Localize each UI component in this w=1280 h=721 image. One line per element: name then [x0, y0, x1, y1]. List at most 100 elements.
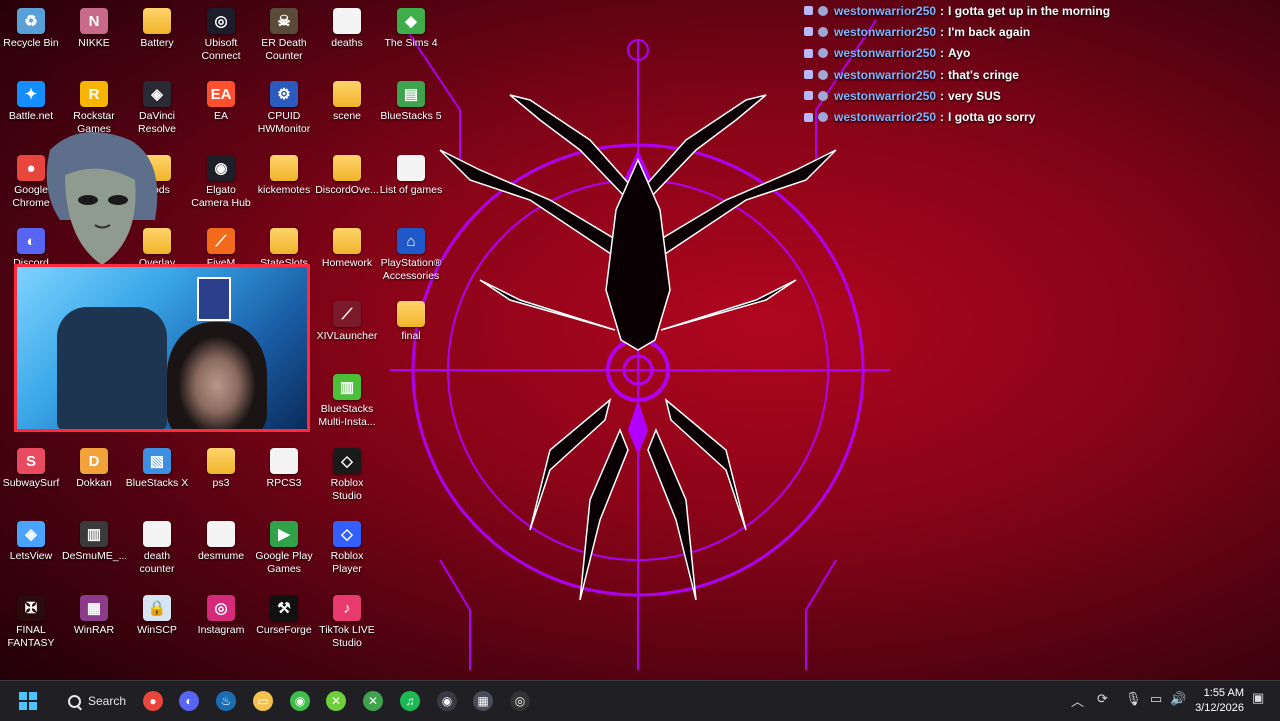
network-icon[interactable]: ▭ — [1150, 691, 1162, 707]
desktop-icon[interactable]: final — [379, 297, 443, 369]
desktop-icon-label: NIKKE — [78, 37, 110, 49]
desktop-icon[interactable]: ◈ LetsView — [0, 517, 63, 589]
search-icon — [68, 694, 81, 708]
streamer — [167, 322, 267, 429]
chat-username: westonwarrior250 — [834, 67, 937, 82]
desktop-icon[interactable]: S SubwaySurf — [0, 444, 63, 516]
microphone-icon[interactable]: 🎙 — [1125, 691, 1142, 707]
chat-username: westonwarrior250 — [834, 46, 937, 61]
tray-overflow-chevron-icon[interactable]: ︿ — [1071, 691, 1084, 710]
subwaysurf-icon: S — [17, 448, 45, 474]
desktop-icon[interactable]: ◇ Roblox Studio — [315, 444, 379, 516]
notification-icon[interactable]: ▣ — [1252, 690, 1264, 706]
desktop-icon[interactable]: ⚒ CurseForge — [252, 591, 316, 663]
desktop-icon-label: Instagram — [197, 624, 245, 636]
desktop-icon[interactable]: 🔒 WinSCP — [125, 591, 189, 663]
chat-separator: : — [940, 3, 945, 18]
desktop-icon[interactable]: ◉ Elgato Camera Hub — [189, 151, 253, 223]
sync-icon[interactable]: ⟳ — [1097, 691, 1108, 707]
geforce-taskbar-icon[interactable]: ◉ — [286, 687, 314, 715]
desktop-icon-label: ps3 — [212, 477, 230, 489]
playstation-icon: ⌂ — [397, 228, 425, 254]
desktop-icon[interactable]: ▦ WinRAR — [62, 591, 126, 663]
desktop-icon[interactable]: kickemotes — [252, 151, 316, 223]
desktop-icon[interactable]: Battery — [125, 4, 189, 76]
sims-icon: ◆ — [397, 8, 425, 34]
taskbar-search[interactable]: Search — [58, 687, 128, 715]
desktop-icon[interactable]: ▧ BlueStacks X — [125, 444, 189, 516]
file-icon — [207, 521, 235, 547]
desktop-icon[interactable]: ▤ BlueStacks 5 — [379, 77, 443, 149]
desktop-icon[interactable]: ▥ DeSmuME_... — [62, 517, 126, 589]
desktop-icon-label: FINAL FANTASY XI... — [7, 624, 55, 651]
wall-poster — [197, 277, 231, 321]
folder-icon — [333, 81, 361, 107]
desktop-icon-label: SubwaySurf — [2, 477, 60, 489]
desktop-icon[interactable]: death counter — [125, 517, 189, 589]
chat-overlay: westonwarrior250: I gotta get up in the m… — [804, 0, 1274, 128]
windows-logo-icon — [19, 692, 37, 710]
desktop-icon[interactable]: D Dokkan — [62, 444, 126, 516]
chat-username: westonwarrior250 — [834, 3, 937, 18]
desktop-icon[interactable]: ☠ ER Death Counter — [252, 4, 316, 76]
system-clock[interactable]: 1:55 AM 3/12/2026 — [1195, 686, 1244, 716]
start-button[interactable] — [14, 687, 42, 715]
steam-taskbar-icon[interactable]: ♨ — [212, 687, 240, 715]
calculator-taskbar-icon[interactable]: ▦ — [469, 687, 497, 715]
chrome-glyph-icon: ● — [143, 691, 163, 711]
desktop-icon[interactable]: scene — [315, 77, 379, 149]
desktop-icon[interactable]: List of games — [379, 151, 443, 223]
chat-text: that's cringe — [948, 67, 1019, 82]
platform-badge-icon — [818, 26, 828, 37]
desktop-icon[interactable]: ⚙ CPUID HWMonitor — [252, 77, 316, 149]
desktop-icon[interactable]: N NIKKE — [62, 4, 126, 76]
desktop-icon[interactable]: Homework — [315, 224, 379, 296]
folder-icon — [270, 228, 298, 254]
desktop-icon[interactable]: ♻ Recycle Bin — [0, 4, 63, 76]
platform-badge-icon — [818, 48, 828, 59]
desktop-icon-label: desmume — [197, 550, 245, 562]
xbox-glyph-icon: ✕ — [363, 691, 383, 711]
volume-icon[interactable]: 🔊 — [1170, 691, 1186, 707]
desktop-icon[interactable]: DiscordOve... — [315, 151, 379, 223]
desktop-icon-label: TikTok LIVE Studio — [319, 624, 375, 649]
desktop-icon[interactable]: ◆ The Sims 4 — [379, 4, 443, 76]
elgato-taskbar-icon[interactable]: ◉ — [433, 687, 461, 715]
clock-date: 3/12/2026 — [1195, 702, 1244, 714]
chat-separator: : — [940, 110, 945, 125]
file-explorer-glyph-icon: ▭ — [253, 691, 273, 711]
roblox-studio-icon: ◇ — [333, 448, 361, 474]
xbox-taskbar-icon[interactable]: ✕ — [359, 687, 387, 715]
desktop-icon[interactable]: desmume — [189, 517, 253, 589]
xbox-app-taskbar-icon[interactable]: ✕ — [322, 687, 350, 715]
desktop-icon[interactable]: ♪ TikTok LIVE Studio — [315, 591, 379, 663]
desktop-icon-label: LetsView — [9, 550, 53, 562]
desktop-icon[interactable]: ✠ FINAL FANTASY XI... — [0, 591, 63, 663]
chat-message: westonwarrior250: I gotta get up in the m… — [804, 0, 1274, 21]
desktop-icon[interactable]: ⌂ PlayStation® Accessories — [379, 224, 443, 296]
desktop-icon[interactable]: ▥ BlueStacks Multi-Insta... — [315, 370, 379, 442]
desktop-icon[interactable]: ⟋ XIVLauncher — [315, 297, 379, 369]
chat-text: Ayo — [948, 46, 971, 61]
desmume-icon: ▥ — [80, 521, 108, 547]
obs-taskbar-icon[interactable]: ◎ — [506, 687, 534, 715]
chat-separator: : — [940, 67, 945, 82]
desktop-icon[interactable]: ps3 — [189, 444, 253, 516]
badge-icon — [804, 91, 813, 101]
desktop-icon-label: EA — [213, 110, 228, 122]
desktop-icon[interactable]: RPCS3 — [252, 444, 316, 516]
desktop-icon[interactable]: ◎ Ubisoft Connect — [189, 4, 253, 76]
google-play-games-icon: ▶ — [270, 521, 298, 547]
desktop-icon[interactable]: EA EA — [189, 77, 253, 149]
file-icon — [270, 448, 298, 474]
desktop-icon-label: death counter — [139, 550, 175, 575]
desktop-icon-label: BlueStacks 5 — [380, 110, 442, 122]
desktop-icon[interactable]: ▶ Google Play Games — [252, 517, 316, 589]
file-explorer-taskbar-icon[interactable]: ▭ — [249, 687, 277, 715]
desktop-icon[interactable]: ◎ Instagram — [189, 591, 253, 663]
desktop-icon[interactable]: ◇ Roblox Player — [315, 517, 379, 589]
spotify-taskbar-icon[interactable]: ♫ — [396, 687, 424, 715]
discord-taskbar-icon[interactable]: ◐ — [175, 687, 203, 715]
desktop-icon[interactable]: deaths — [315, 4, 379, 76]
chrome-taskbar-icon[interactable]: ● — [139, 687, 167, 715]
